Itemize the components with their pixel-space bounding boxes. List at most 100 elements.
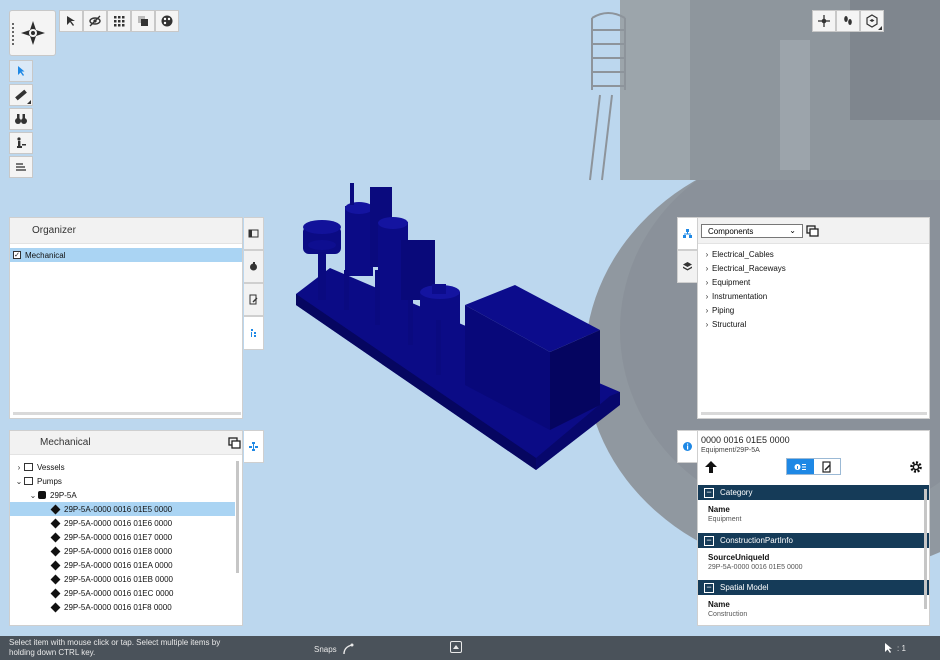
tree-node-part[interactable]: 29P-5A-0000 0016 01E5 0000 — [10, 502, 235, 516]
property-name: Name — [708, 600, 730, 609]
chevron-right-icon[interactable]: › — [14, 463, 24, 472]
tab-components[interactable] — [677, 217, 697, 250]
select-cursor-button[interactable] — [59, 10, 83, 32]
tab-properties[interactable] — [244, 283, 264, 316]
element-title: 0000 0016 01E5 0000 — [701, 435, 790, 445]
appearance-button[interactable] — [155, 10, 179, 32]
organizer-item-mechanical[interactable]: ✓ Mechanical — [10, 248, 242, 262]
view-cube-button[interactable] — [860, 10, 884, 32]
tree-node-pumps[interactable]: ⌄ Pumps — [10, 474, 242, 488]
tree-node-part[interactable]: 29P-5A-0000 0016 01EA 0000 — [10, 558, 242, 572]
chevron-right-icon[interactable]: › — [702, 278, 712, 287]
vertical-scrollbar[interactable] — [924, 489, 927, 609]
chevron-down-icon[interactable]: ⌄ — [28, 491, 38, 500]
select-tool-button[interactable] — [9, 60, 33, 82]
tree-node-part[interactable]: 29P-5A-0000 0016 01EB 0000 — [10, 572, 242, 586]
fit-view-button[interactable] — [450, 641, 462, 653]
collapse-icon[interactable]: − — [704, 487, 714, 498]
hide-button[interactable] — [83, 10, 107, 32]
fade-icon — [138, 16, 148, 26]
section-header-construction-part-info[interactable]: − ConstructionPartInfo — [698, 533, 929, 548]
snaps-button[interactable]: Snaps — [314, 643, 354, 655]
tab-layers[interactable] — [677, 250, 697, 283]
component-item[interactable]: › Structural — [698, 317, 929, 331]
collapse-icon[interactable]: − — [704, 535, 714, 546]
chevron-right-icon[interactable]: › — [702, 320, 712, 329]
collapse-icon[interactable]: − — [704, 582, 714, 593]
grid-icon — [114, 16, 125, 27]
chevron-right-icon[interactable]: › — [702, 306, 712, 315]
navigate-up-icon[interactable] — [704, 460, 718, 474]
tree-node-label: 29P-5A-0000 0016 01EA 0000 — [64, 560, 173, 570]
pump-skid-model[interactable] — [296, 183, 620, 470]
tree-node-label: 29P-5A — [50, 490, 77, 500]
mechanical-panel: Mechanical › Vessels ⌄ Pumps ⌄ 29P-5A 29… — [9, 430, 243, 626]
status-hint-line: holding down CTRL key. — [9, 648, 96, 657]
tree-node-part[interactable]: 29P-5A-0000 0016 01EC 0000 — [10, 586, 242, 600]
component-item[interactable]: › Electrical_Cables — [698, 247, 929, 261]
mechanical-header: Mechanical — [10, 431, 242, 455]
info-icon — [683, 442, 692, 451]
horizontal-scrollbar[interactable] — [701, 412, 927, 415]
section-header-spatial-model[interactable]: − Spatial Model — [698, 580, 929, 595]
copy-windows-icon[interactable] — [228, 437, 241, 449]
chevron-right-icon[interactable]: › — [702, 292, 712, 301]
tab-layout[interactable] — [244, 217, 264, 250]
tree-node-part[interactable]: 29P-5A-0000 0016 01F8 0000 — [10, 600, 242, 614]
measure-ruler-icon — [15, 89, 27, 101]
section-header-category[interactable]: − Category — [698, 485, 929, 500]
component-item[interactable]: › Piping — [698, 303, 929, 317]
organizer-item-label: Mechanical — [25, 250, 66, 260]
tree-node-part[interactable]: 29P-5A-0000 0016 01E7 0000 — [10, 530, 242, 544]
tree-hierarchy-icon — [249, 442, 258, 451]
search-tool-button[interactable] — [9, 108, 33, 130]
checkbox-icon[interactable]: ✓ — [13, 251, 21, 259]
main-menu-button[interactable] — [9, 10, 56, 56]
copy-windows-icon[interactable] — [806, 225, 819, 237]
element-subtitle: Equipment/29P-5A — [701, 447, 760, 454]
tree-node-part[interactable]: 29P-5A-0000 0016 01E6 0000 — [10, 516, 242, 530]
person-walk-icon — [17, 137, 26, 148]
tree-node-vessels[interactable]: › Vessels — [10, 460, 242, 474]
hide-eye-icon — [89, 15, 101, 27]
tree-node-label: 29P-5A-0000 0016 01EC 0000 — [64, 588, 174, 598]
document-view-button[interactable] — [813, 459, 840, 474]
info-view-button[interactable] — [787, 459, 814, 474]
tree-node-29p-5a[interactable]: ⌄ 29P-5A — [10, 488, 242, 502]
view-mode-toggle[interactable] — [786, 458, 841, 475]
list-tool-button[interactable] — [9, 156, 33, 178]
tree-node-label: 29P-5A-0000 0016 01F8 0000 — [64, 602, 172, 612]
property-name: SourceUniqueId — [708, 553, 770, 562]
cursor-arrow-icon — [885, 643, 892, 653]
chevron-right-icon[interactable]: › — [702, 264, 712, 273]
component-item[interactable]: › Equipment — [698, 275, 929, 289]
part-diamond-icon — [50, 602, 61, 612]
vertical-scrollbar[interactable] — [236, 461, 239, 573]
tree-node-part[interactable]: 29P-5A-0000 0016 01E8 0000 — [10, 544, 242, 558]
isolate-button[interactable] — [107, 10, 131, 32]
walk-mode-button[interactable] — [836, 10, 860, 32]
component-item[interactable]: › Electrical_Raceways — [698, 261, 929, 275]
component-item[interactable]: › Instrumentation — [698, 289, 929, 303]
fade-button[interactable] — [131, 10, 155, 32]
tab-model-tree[interactable] — [244, 430, 264, 463]
gear-icon[interactable] — [909, 460, 923, 474]
chevron-right-icon[interactable]: › — [702, 250, 712, 259]
components-dropdown[interactable]: Components ⌄ — [701, 224, 803, 238]
walk-tool-button[interactable] — [9, 132, 33, 154]
tab-info[interactable] — [677, 430, 697, 463]
binoculars-icon — [15, 114, 27, 124]
drag-handle[interactable] — [12, 23, 15, 45]
paint-icon — [250, 262, 257, 271]
tab-tree[interactable] — [244, 316, 264, 350]
chevron-down-icon[interactable]: ⌄ — [14, 477, 24, 486]
navigation-button[interactable] — [812, 10, 836, 32]
components-header: Components ⌄ — [698, 218, 929, 244]
assembly-icon — [38, 491, 46, 499]
document-edit-icon — [249, 294, 258, 305]
select-cursor-icon — [67, 16, 75, 26]
measure-tool-button[interactable] — [9, 84, 33, 106]
view-cube-icon — [866, 14, 878, 28]
horizontal-scrollbar[interactable] — [13, 412, 241, 415]
tab-appearance[interactable] — [244, 250, 264, 283]
